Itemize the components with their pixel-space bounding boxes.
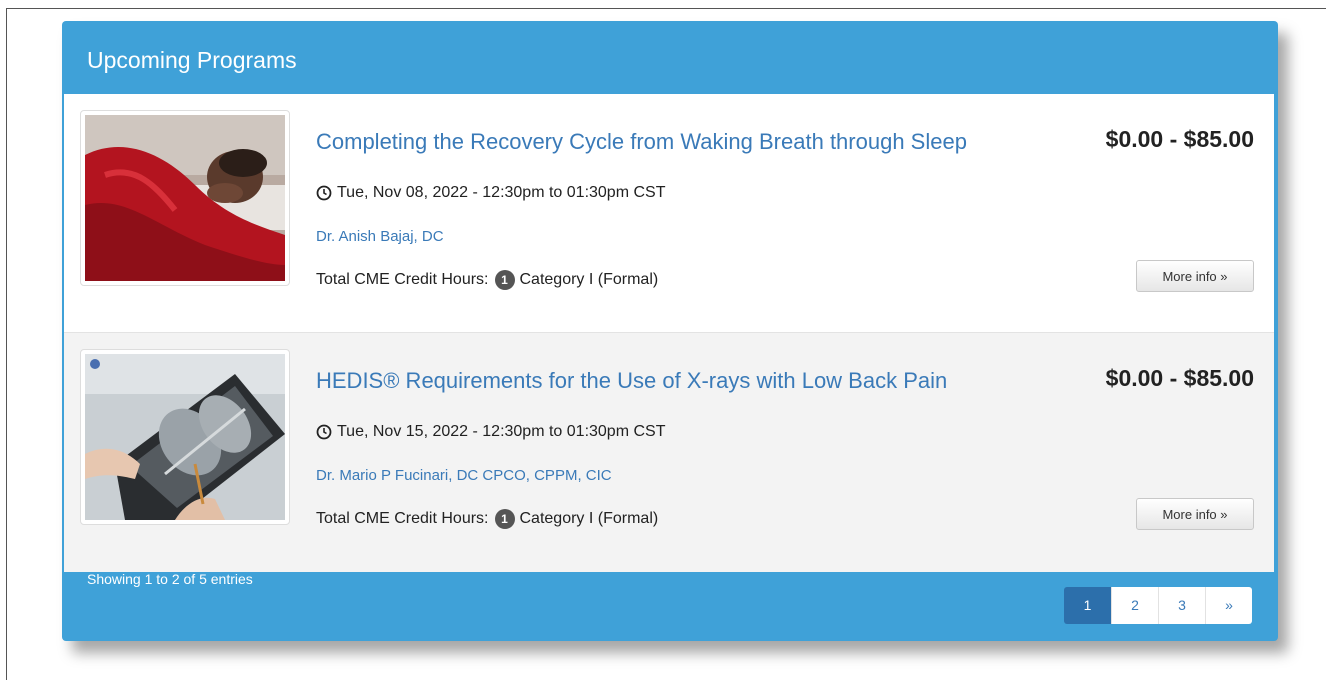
page-1-button[interactable]: 1 [1064,587,1111,624]
program-speaker-link[interactable]: Dr. Anish Bajaj, DC [316,228,444,245]
clock-icon [316,185,332,201]
pagination: 1 2 3 » [1064,587,1252,624]
program-thumbnail[interactable] [80,110,290,286]
program-price: $0.00 - $85.00 [1105,126,1254,152]
program-date-text: Tue, Nov 15, 2022 - 12:30pm to 01:30pm C… [337,423,666,440]
program-date: Tue, Nov 08, 2022 - 12:30pm to 01:30pm C… [316,184,665,202]
credits-label: Total CME Credit Hours: [316,271,489,288]
page-2-button[interactable]: 2 [1111,587,1158,624]
program-credits: Total CME Credit Hours: 1 Category I (Fo… [316,509,658,529]
credits-category: Category I (Formal) [519,271,659,288]
panel-title: Upcoming Programs [87,47,297,73]
program-row: HEDIS® Requirements for the Use of X-ray… [64,333,1274,572]
program-title-link[interactable]: HEDIS® Requirements for the Use of X-ray… [316,368,1051,394]
program-date-text: Tue, Nov 08, 2022 - 12:30pm to 01:30pm C… [337,184,666,201]
program-title-link[interactable]: Completing the Recovery Cycle from Wakin… [316,129,1051,155]
next-page-button[interactable]: » [1205,587,1252,624]
upcoming-programs-panel: Upcoming Programs Completing the Recover… [62,21,1278,641]
program-credits: Total CME Credit Hours: 1 Category I (Fo… [316,270,658,290]
credits-count-badge: 1 [494,509,515,529]
more-info-button[interactable]: More info » [1136,260,1254,292]
sleeping-child-photo [85,115,285,281]
chest-xray-photo [85,354,285,520]
credits-label: Total CME Credit Hours: [316,510,489,527]
more-info-button[interactable]: More info » [1136,498,1254,530]
program-price: $0.00 - $85.00 [1105,365,1254,391]
entries-summary: Showing 1 to 2 of 5 entries [87,571,253,587]
program-row: Completing the Recovery Cycle from Wakin… [64,94,1274,333]
page-3-button[interactable]: 3 [1158,587,1205,624]
program-thumbnail[interactable] [80,349,290,525]
program-date: Tue, Nov 15, 2022 - 12:30pm to 01:30pm C… [316,423,665,441]
clock-icon [316,424,332,440]
program-list: Completing the Recovery Cycle from Wakin… [64,94,1274,572]
program-speaker-link[interactable]: Dr. Mario P Fucinari, DC CPCO, CPPM, CIC [316,467,612,484]
credits-count-badge: 1 [494,270,515,290]
credits-category: Category I (Formal) [519,510,659,527]
